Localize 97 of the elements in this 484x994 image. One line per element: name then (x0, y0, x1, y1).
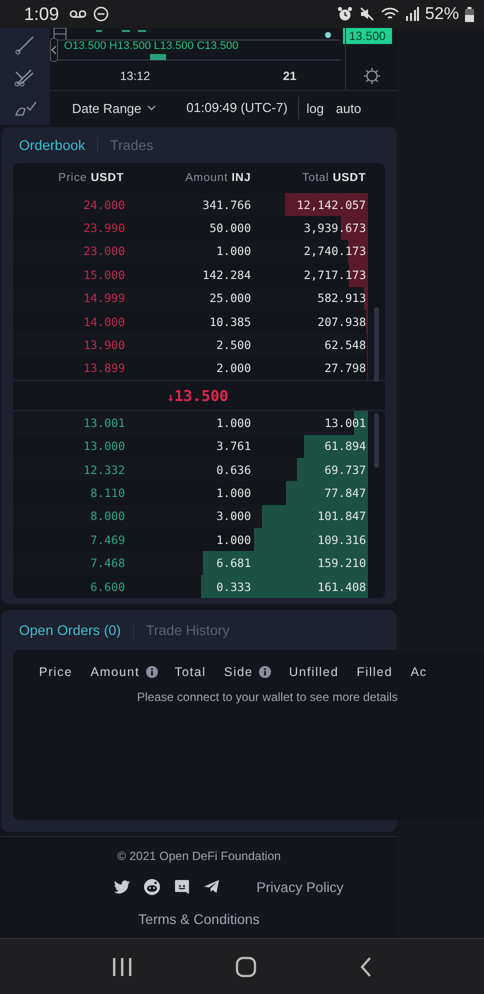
column-header: Price USDT (57, 172, 125, 184)
amount-cell-text: 1.000 (215, 486, 252, 500)
amount-cell-text: 6.681 (215, 556, 252, 570)
price-cell-text: 8.000 (89, 509, 126, 524)
tab[interactable]: Open Orders (0) (19, 622, 121, 638)
total-cell-text: 109.316 (316, 532, 367, 547)
amount-cell-text: 2.000 (215, 361, 252, 376)
chevron-left-icon (51, 46, 57, 54)
mute-icon (358, 6, 375, 22)
total-cell-text: 13.001 (323, 416, 367, 430)
recent-apps-icon[interactable] (111, 957, 133, 977)
price-cell-text: 14.000 (82, 314, 126, 329)
amount-cell-text: 1.000 (215, 416, 252, 430)
total-cell-text: 69.737 (323, 462, 367, 477)
amount-cell-text: 0.636 (215, 462, 252, 477)
battery-level: 52% (424, 4, 459, 24)
price-cell-text: 6.600 (89, 580, 126, 594)
tab[interactable]: Orderbook (19, 137, 86, 153)
info-icon[interactable] (259, 666, 272, 678)
column-header: Total (174, 665, 206, 680)
chat-bubble-icon[interactable] (174, 879, 190, 896)
price-cell-text: 14.999 (82, 291, 126, 306)
back-icon[interactable] (359, 956, 373, 978)
clock: 1:09 (24, 4, 60, 24)
column-header: Side (224, 665, 254, 680)
price-tag: 13.500 (343, 28, 392, 44)
amount-cell-text: 0.333 (215, 580, 252, 594)
amount-cell-text: 3.761 (215, 439, 252, 454)
amount-cell-text: 3.000 (215, 509, 252, 524)
column-header: Amount (90, 665, 140, 680)
price-cell-text: 23.000 (82, 244, 126, 258)
chart-clock: 01:09:49 (UTC-7) (186, 97, 299, 119)
bird-icon[interactable] (114, 880, 130, 894)
total-cell-text: 207.938 (316, 314, 367, 329)
amount-cell-text: 1.000 (215, 244, 252, 258)
price-cell-text: 24.000 (82, 198, 126, 212)
total-cell-text: 12,142.057 (296, 198, 367, 212)
settings-icon[interactable] (363, 67, 381, 85)
time-label: 21 (283, 69, 296, 83)
amount-cell-text: 50.000 (208, 221, 252, 236)
column-header: Ac (410, 665, 428, 680)
amount-cell-text: 2.500 (215, 338, 252, 352)
terms-link[interactable]: Terms & Conditions (138, 911, 260, 928)
price-cell-text: 7.469 (89, 532, 126, 547)
amount-cell-text: 10.385 (208, 314, 252, 329)
scrollbar[interactable] (374, 307, 379, 382)
price-cell-text: 7.468 (89, 556, 126, 570)
total-cell-text: 2,740.173 (302, 244, 367, 258)
column-header: Unfilled (289, 665, 339, 680)
battery-icon (465, 6, 474, 22)
price-cell-text: 23.990 (82, 221, 126, 236)
empty-message: Please connect to your wallet to see more details (136, 690, 399, 704)
column-header: Total USDT (301, 172, 367, 184)
scale-option[interactable]: log (306, 100, 324, 116)
price-cell-text: 13.899 (82, 361, 126, 376)
last-price: ↓13.500 (167, 386, 228, 405)
ohlc-legend: O13.500 H13.500 L13.500 C13.500 (64, 40, 238, 52)
total-cell-text: 101.847 (316, 509, 367, 524)
total-cell-text: 2,717.173 (302, 268, 367, 282)
line-tool-icon[interactable] (14, 34, 36, 56)
amount-cell-text: 25.000 (208, 291, 252, 306)
collapse-handle[interactable] (50, 38, 58, 62)
total-cell-text: 62.548 (323, 338, 367, 352)
price-cell-text: 15.000 (82, 268, 126, 282)
scrollbar[interactable] (374, 413, 379, 468)
date-range-dropdown[interactable]: Date Range (72, 100, 156, 116)
time-label: 13:12 (120, 69, 150, 83)
privacy-policy-link[interactable]: Privacy Policy (256, 879, 344, 896)
column-header: Filled (356, 665, 393, 680)
total-cell-text: 582.913 (316, 291, 367, 306)
amount-cell-text: 142.284 (202, 268, 252, 282)
amount-cell-text: 1.000 (215, 532, 252, 547)
column-header: Amount INJ (184, 172, 252, 184)
total-cell-text: 3,939.673 (302, 221, 367, 236)
paper-plane-icon[interactable] (204, 880, 220, 894)
alarm-icon (336, 6, 353, 22)
signal-icon (404, 7, 419, 21)
voicemail-icon (69, 8, 88, 20)
price-cell-text: 12.332 (82, 462, 126, 477)
amount-cell-text: 341.766 (202, 198, 252, 212)
price-cell-text: 13.900 (82, 338, 126, 352)
home-icon[interactable] (235, 956, 257, 978)
info-icon[interactable] (146, 666, 158, 678)
total-cell-text: 27.798 (323, 361, 367, 376)
total-cell-text: 161.408 (316, 580, 367, 594)
alien-face-icon[interactable] (144, 879, 160, 896)
price-cell-text: 8.110 (89, 486, 126, 500)
scale-option[interactable]: auto (336, 100, 362, 116)
price-cell-text: 13.001 (82, 416, 126, 430)
price-cell-text: 13.000 (82, 439, 126, 454)
do-not-disturb-icon (93, 6, 110, 22)
total-cell-text: 77.847 (323, 486, 367, 500)
chevron-down-icon (147, 105, 156, 111)
total-cell-text: 159.210 (316, 556, 367, 570)
total-cell-text: 61.894 (323, 439, 367, 454)
column-header: Price (39, 665, 72, 680)
copyright: © 2021 Open DeFi Foundation (117, 849, 281, 864)
